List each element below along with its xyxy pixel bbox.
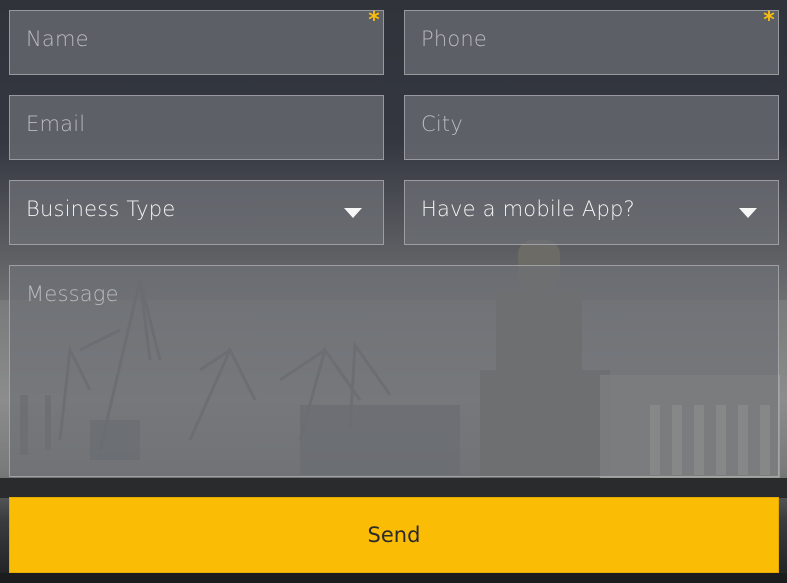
message-placeholder: Message <box>26 282 119 306</box>
email-placeholder: Email <box>26 112 86 136</box>
mobile-app-value: Have a mobile App? <box>421 197 635 221</box>
dropdown-arrow-icon <box>739 208 757 218</box>
name-required-asterisk: * <box>368 8 380 33</box>
phone-required-asterisk: * <box>763 8 775 33</box>
phone-placeholder: Phone <box>421 27 488 51</box>
email-field[interactable]: Email <box>9 95 384 160</box>
city-field[interactable]: City <box>404 95 779 160</box>
name-placeholder: Name <box>26 27 89 51</box>
phone-field[interactable]: Phone * <box>404 10 779 75</box>
mobile-app-select[interactable]: Have a mobile App? <box>404 180 779 245</box>
send-button[interactable]: Send <box>9 497 779 573</box>
message-textarea[interactable]: Message <box>9 265 779 477</box>
business-type-select[interactable]: Business Type <box>9 180 384 245</box>
business-type-value: Business Type <box>26 197 176 221</box>
city-placeholder: City <box>421 112 463 136</box>
name-field[interactable]: Name * <box>9 10 384 75</box>
dropdown-arrow-icon <box>344 208 362 218</box>
